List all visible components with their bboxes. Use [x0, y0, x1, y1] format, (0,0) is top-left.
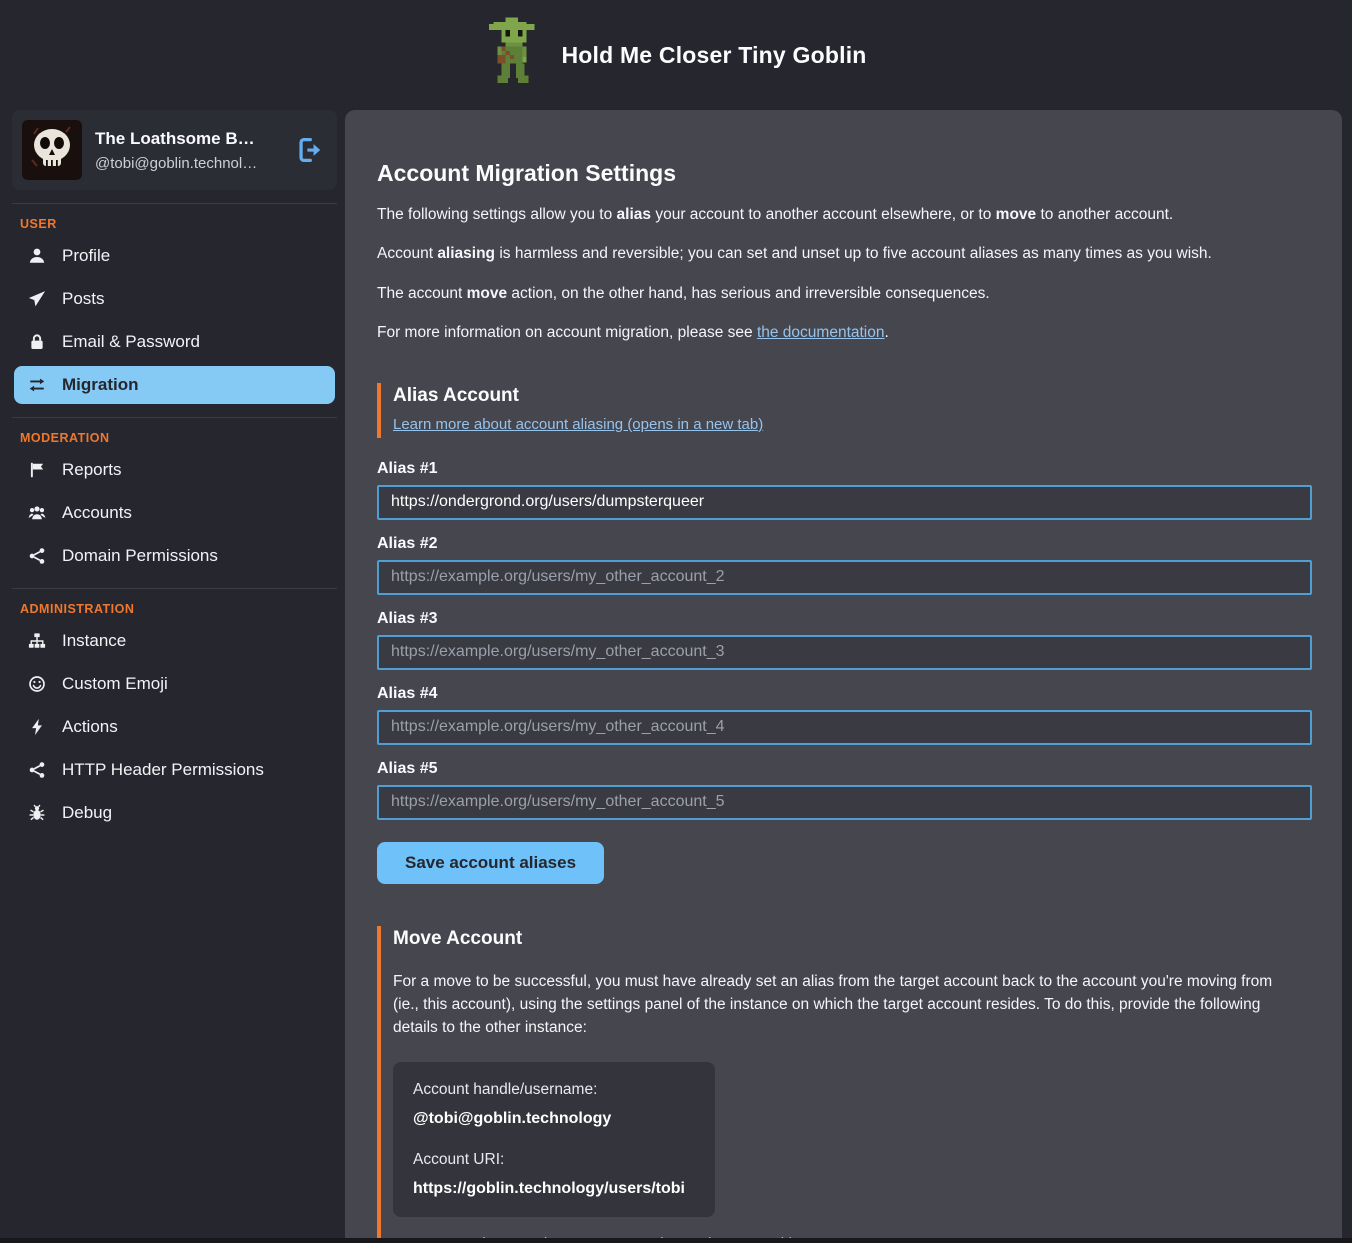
- move-account-heading: Move Account: [393, 928, 1312, 950]
- alias-3-input[interactable]: [377, 635, 1312, 670]
- sidebar-item-label: Actions: [62, 717, 118, 737]
- account-handle-label: Account handle/username:: [413, 1081, 695, 1099]
- bug-icon: [27, 804, 47, 822]
- sidebar-item-label: Custom Emoji: [62, 674, 168, 694]
- alias-4-input[interactable]: [377, 710, 1312, 745]
- section-heading-moderation: MODERATION: [12, 431, 337, 445]
- share-nodes-icon: [27, 547, 47, 565]
- alias-account-section-header: Alias Account Learn more about account a…: [377, 383, 1312, 438]
- sidebar-item-actions[interactable]: Actions: [14, 708, 335, 746]
- alias-1-input[interactable]: [377, 485, 1312, 520]
- alias-field: Alias #5: [377, 760, 1312, 820]
- intro-paragraph: The account move action, on the other ha…: [377, 283, 1312, 305]
- alias-learn-more-link[interactable]: Learn more about account aliasing (opens…: [393, 416, 763, 433]
- instance-header: Hold Me Closer Tiny Goblin: [0, 0, 1352, 110]
- sidebar-item-http-header-permissions[interactable]: HTTP Header Permissions: [14, 751, 335, 789]
- account-handle-value: @tobi@goblin.technology: [413, 1110, 695, 1128]
- sidebar-item-migration[interactable]: Migration: [14, 366, 335, 404]
- user-handle: @tobi@goblin.technol…: [95, 155, 284, 172]
- sidebar-item-accounts[interactable]: Accounts: [14, 494, 335, 532]
- page-title: Account Migration Settings: [377, 160, 1312, 187]
- sidebar-item-custom-emoji[interactable]: Custom Emoji: [14, 665, 335, 703]
- save-account-aliases-button[interactable]: Save account aliases: [377, 842, 604, 884]
- move-account-description: For a move to be successful, you must ha…: [393, 970, 1293, 1040]
- documentation-link[interactable]: the documentation: [757, 324, 885, 341]
- sidebar-item-instance[interactable]: Instance: [14, 622, 335, 660]
- migration-settings-panel: Account Migration Settings The following…: [345, 110, 1342, 1243]
- avatar: [22, 120, 82, 180]
- alias-field: Alias #2: [377, 535, 1312, 595]
- sitemap-icon: [27, 632, 47, 650]
- sidebar-item-debug[interactable]: Debug: [14, 794, 335, 832]
- alias-4-label: Alias #4: [377, 685, 1312, 703]
- alias-2-input[interactable]: [377, 560, 1312, 595]
- user-meta: The Loathsome B… @tobi@goblin.technol…: [95, 129, 284, 172]
- alias-5-label: Alias #5: [377, 760, 1312, 778]
- sidebar-item-email-password[interactable]: Email & Password: [14, 323, 335, 361]
- sidebar-section-administration: ADMINISTRATION Instance Custom Emoji: [12, 588, 337, 832]
- sign-out-icon: [297, 137, 323, 163]
- smiley-icon: [27, 675, 47, 693]
- window-bottom-edge: [0, 1238, 1352, 1243]
- alias-2-label: Alias #2: [377, 535, 1312, 553]
- sidebar-item-reports[interactable]: Reports: [14, 451, 335, 489]
- section-heading-user: USER: [12, 217, 337, 231]
- paper-plane-icon: [27, 290, 47, 308]
- sidebar-item-label: Posts: [62, 289, 105, 309]
- move-account-section: Move Account For a move to be successful…: [377, 926, 1312, 1243]
- alias-field: Alias #4: [377, 685, 1312, 745]
- user-display-name: The Loathsome B…: [95, 129, 284, 149]
- instance-title: Hold Me Closer Tiny Goblin: [561, 42, 866, 69]
- sidebar-item-label: Migration: [62, 375, 139, 395]
- alias-5-input[interactable]: [377, 785, 1312, 820]
- lock-icon: [27, 333, 47, 351]
- user-icon: [27, 247, 47, 265]
- alias-account-heading: Alias Account: [393, 385, 1312, 407]
- sidebar-section-user: USER Profile Posts: [12, 203, 337, 404]
- sidebar-item-label: HTTP Header Permissions: [62, 760, 264, 780]
- intro-paragraph: Account aliasing is harmless and reversi…: [377, 243, 1312, 265]
- sidebar-item-label: Domain Permissions: [62, 546, 218, 566]
- sidebar-item-posts[interactable]: Posts: [14, 280, 335, 318]
- exchange-arrows-icon: [27, 376, 47, 394]
- sidebar-item-label: Instance: [62, 631, 126, 651]
- account-uri-label: Account URI:: [413, 1151, 695, 1169]
- alias-field: Alias #3: [377, 610, 1312, 670]
- account-details-box: Account handle/username: @tobi@goblin.te…: [393, 1062, 715, 1217]
- user-card: The Loathsome B… @tobi@goblin.technol…: [12, 110, 337, 190]
- intro-paragraph: The following settings allow you to alia…: [377, 204, 1312, 226]
- sidebar-item-label: Reports: [62, 460, 122, 480]
- alias-3-label: Alias #3: [377, 610, 1312, 628]
- sidebar-nav: USER Profile Posts: [12, 203, 337, 832]
- sidebar-item-label: Email & Password: [62, 332, 200, 352]
- share-nodes-icon: [27, 761, 47, 779]
- users-icon: [27, 504, 47, 522]
- sidebar: The Loathsome B… @tobi@goblin.technol… U…: [0, 110, 345, 837]
- flag-icon: [27, 461, 47, 479]
- sidebar-item-profile[interactable]: Profile: [14, 237, 335, 275]
- pixel-goblin-logo: [485, 11, 543, 99]
- section-heading-administration: ADMINISTRATION: [12, 602, 337, 616]
- intro-paragraph: For more information on account migratio…: [377, 322, 1312, 344]
- sidebar-item-domain-permissions[interactable]: Domain Permissions: [14, 537, 335, 575]
- sidebar-section-moderation: MODERATION Reports Accounts: [12, 417, 337, 575]
- intro-paragraphs: The following settings allow you to alia…: [377, 204, 1312, 345]
- sidebar-item-label: Debug: [62, 803, 112, 823]
- sidebar-item-label: Profile: [62, 246, 110, 266]
- sign-out-button[interactable]: [297, 137, 323, 163]
- alias-form: Alias #1 Alias #2 Alias #3 Alias #4 Alia…: [377, 460, 1312, 884]
- alias-1-label: Alias #1: [377, 460, 1312, 478]
- alias-field: Alias #1: [377, 460, 1312, 520]
- bolt-icon: [27, 718, 47, 736]
- account-uri-value: https://goblin.technology/users/tobi: [413, 1180, 695, 1198]
- sidebar-item-label: Accounts: [62, 503, 132, 523]
